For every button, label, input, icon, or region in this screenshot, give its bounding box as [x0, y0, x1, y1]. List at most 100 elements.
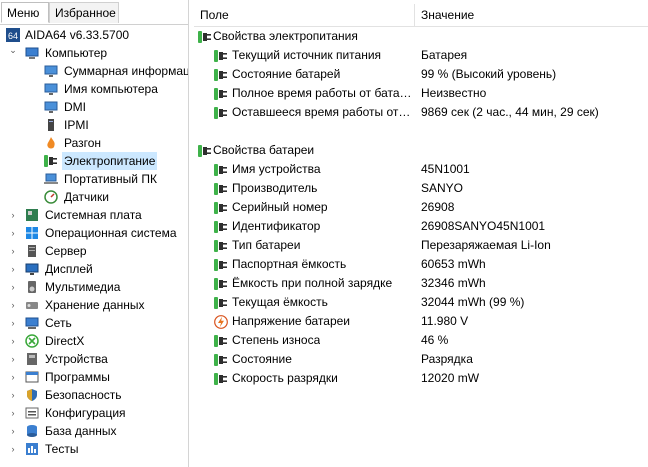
- property-row[interactable]: Полное время работы от батареи Неизвестно: [194, 84, 648, 103]
- tree-item[interactable]: › Безопасность: [0, 386, 188, 404]
- details-panel: Поле Значение Свойства электропитания Тек…: [194, 0, 648, 467]
- ipmi-icon: [44, 118, 58, 132]
- tree-item-label: Мультимедиа: [45, 280, 121, 294]
- property-value: 26908: [421, 200, 455, 214]
- expand-chevron-icon[interactable]: ›: [8, 209, 18, 221]
- property-row[interactable]: Имя устройства 45N1001: [194, 160, 648, 179]
- column-divider[interactable]: [414, 4, 415, 26]
- tree-item-label: Хранение данных: [45, 298, 145, 312]
- property-name: Производитель: [232, 181, 318, 195]
- column-header-field[interactable]: Поле: [200, 4, 229, 26]
- property-value: Батарея: [421, 48, 468, 62]
- expand-chevron-icon[interactable]: ›: [8, 389, 18, 401]
- expand-chevron-icon[interactable]: ›: [8, 335, 18, 347]
- property-row[interactable]: Ёмкость при полной зарядке 32346 mWh: [194, 274, 648, 293]
- tree-item-label: Устройства: [45, 352, 108, 366]
- expand-chevron-icon[interactable]: ›: [8, 425, 18, 437]
- tree-item[interactable]: Портативный ПК: [0, 170, 188, 188]
- tree-item[interactable]: › Сервер: [0, 242, 188, 260]
- tree-item[interactable]: ⌄ Компьютер: [0, 44, 188, 62]
- tree-item[interactable]: › Хранение данных: [0, 296, 188, 314]
- tree-item[interactable]: Имя компьютера: [0, 80, 188, 98]
- property-value: Перезаряжаемая Li-Ion: [421, 238, 551, 252]
- group-header-row[interactable]: Свойства электропитания: [194, 27, 648, 46]
- tree-item[interactable]: › База данных: [0, 422, 188, 440]
- property-row[interactable]: Паспортная ёмкость 60653 mWh: [194, 255, 648, 274]
- monitor-icon: [44, 64, 58, 78]
- property-row[interactable]: Серийный номер 26908: [194, 198, 648, 217]
- property-value: 46 %: [421, 333, 449, 347]
- property-row[interactable]: Текущая ёмкость 32044 mWh (99 %): [194, 293, 648, 312]
- tab-favorites[interactable]: Избранное: [49, 2, 119, 23]
- tree-item[interactable]: › Дисплей: [0, 260, 188, 278]
- tree-item[interactable]: › Тесты: [0, 440, 188, 458]
- tree-item[interactable]: DMI: [0, 98, 188, 116]
- property-row[interactable]: Состояние Разрядка: [194, 350, 648, 369]
- expand-chevron-icon[interactable]: ›: [8, 281, 18, 293]
- motherboard-icon: [25, 208, 39, 222]
- tree-item[interactable]: › Операционная система: [0, 224, 188, 242]
- property-row[interactable]: Производитель SANYO: [194, 179, 648, 198]
- tree-item[interactable]: › Мультимедиа: [0, 278, 188, 296]
- property-row[interactable]: Текущий источник питания Батарея: [194, 46, 648, 65]
- property-row[interactable]: Степень износа 46 %: [194, 331, 648, 350]
- tree-item-label: Имя компьютера: [64, 82, 158, 96]
- expand-chevron-icon[interactable]: ›: [8, 299, 18, 311]
- expand-chevron-icon[interactable]: ›: [8, 371, 18, 383]
- tree-item[interactable]: › Конфигурация: [0, 404, 188, 422]
- tree-item-label: Тесты: [45, 442, 79, 456]
- property-row[interactable]: Оставшееся время работы от батареи 9869 с…: [194, 103, 648, 122]
- tree-item[interactable]: Датчики: [0, 188, 188, 206]
- tree-item[interactable]: Суммарная информация: [0, 62, 188, 80]
- tree-item[interactable]: Электропитание: [0, 152, 188, 170]
- tree-item[interactable]: › Устройства: [0, 350, 188, 368]
- property-name: Состояние батарей: [232, 67, 341, 81]
- tree-item-label: Сеть: [45, 316, 72, 330]
- property-name: Серийный номер: [232, 200, 328, 214]
- tree-item[interactable]: 64 AIDA64 v6.33.5700: [0, 26, 188, 44]
- tree-item[interactable]: IPMI: [0, 116, 188, 134]
- directx-icon: [25, 334, 39, 348]
- expand-chevron-icon[interactable]: ›: [8, 245, 18, 257]
- tree-item[interactable]: › Системная плата: [0, 206, 188, 224]
- column-header-value[interactable]: Значение: [421, 4, 474, 26]
- property-row[interactable]: Состояние батарей 99 % (Высокий уровень): [194, 65, 648, 84]
- tree-item-label: DMI: [64, 100, 86, 114]
- tree-item[interactable]: Разгон: [0, 134, 188, 152]
- property-name: Напряжение батареи: [232, 314, 351, 328]
- shield-icon: [25, 388, 39, 402]
- property-row[interactable]: Напряжение батареи 11.980 V: [194, 312, 648, 331]
- tree-item-label: Программы: [45, 370, 110, 384]
- aida64-badge-icon: 64: [6, 28, 20, 42]
- monitor-icon: [44, 100, 58, 114]
- config-icon: [25, 406, 39, 420]
- tree-item-label: Конфигурация: [45, 406, 126, 420]
- expand-chevron-icon[interactable]: ›: [8, 407, 18, 419]
- gauge-icon: [44, 190, 58, 204]
- expand-chevron-icon[interactable]: ›: [8, 353, 18, 365]
- flame-icon: [44, 136, 58, 150]
- property-name: Состояние: [232, 352, 292, 366]
- expand-chevron-icon[interactable]: ›: [8, 443, 18, 455]
- tab-menu[interactable]: Меню: [1, 2, 49, 23]
- tree-item[interactable]: › DirectX: [0, 332, 188, 350]
- computer-icon: [25, 46, 39, 60]
- list-header: Поле Значение: [194, 4, 648, 27]
- tree-item-label: База данных: [45, 424, 117, 438]
- tree-item-label: Системная плата: [45, 208, 142, 222]
- collapse-chevron-icon[interactable]: ⌄: [8, 44, 18, 56]
- tree-item[interactable]: › Сеть: [0, 314, 188, 332]
- property-row[interactable]: Идентификатор 26908SANYO45N1001: [194, 217, 648, 236]
- tree-item[interactable]: › Программы: [0, 368, 188, 386]
- server-icon: [25, 244, 39, 258]
- group-title: Свойства батареи: [213, 143, 315, 157]
- expand-chevron-icon[interactable]: ›: [8, 227, 18, 239]
- expand-chevron-icon[interactable]: ›: [8, 317, 18, 329]
- expand-chevron-icon[interactable]: ›: [8, 263, 18, 275]
- laptop-icon: [44, 172, 58, 186]
- property-row[interactable]: Тип батареи Перезаряжаемая Li-Ion: [194, 236, 648, 255]
- property-value: 26908SANYO45N1001: [421, 219, 546, 233]
- devices-icon: [25, 352, 39, 366]
- group-header-row[interactable]: Свойства батареи: [194, 141, 648, 160]
- property-row[interactable]: Скорость разрядки 12020 mW: [194, 369, 648, 388]
